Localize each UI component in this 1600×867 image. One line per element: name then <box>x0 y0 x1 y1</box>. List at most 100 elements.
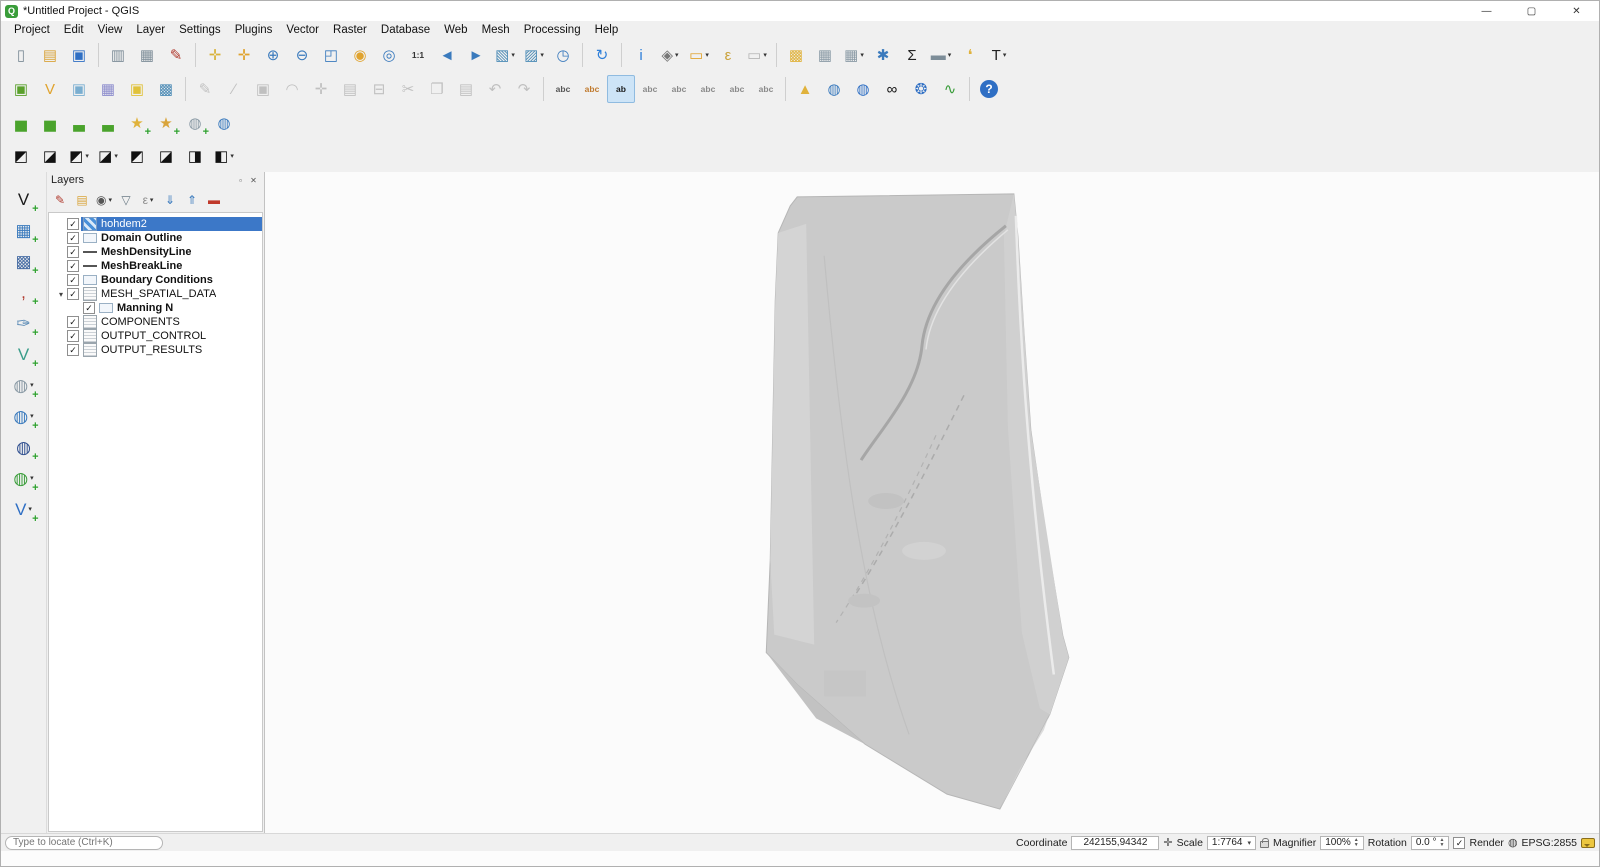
layer-item-domain-outline[interactable]: ✓Domain Outline <box>49 231 262 245</box>
layer-row-selection[interactable]: MeshDensityLine <box>81 245 262 259</box>
menu-view[interactable]: View <box>91 23 130 37</box>
panel-float-icon[interactable]: ▫ <box>234 174 247 187</box>
remove-layer-button[interactable]: ▬ <box>204 190 224 210</box>
layer-row-selection[interactable]: OUTPUT_CONTROL <box>81 329 262 343</box>
save-project-button[interactable]: ▣ <box>65 41 93 69</box>
rotate-label-button[interactable]: abc <box>723 75 751 103</box>
deselect-features-button[interactable]: ▭▾ <box>743 41 771 69</box>
move-label-button[interactable]: abc <box>694 75 722 103</box>
tuflow-run-simulation-button[interactable]: ◩ <box>123 142 151 170</box>
add-arcgis-rest-layer-button[interactable]: ◍+▾ <box>9 401 39 431</box>
menu-web[interactable]: Web <box>437 23 474 37</box>
rotation-spinbox[interactable]: 0.0 ° ▲▼ <box>1411 836 1450 850</box>
layer-item-output-control[interactable]: ✓OUTPUT_CONTROL <box>49 329 262 343</box>
layer-item-manning-n[interactable]: ✓Manning N <box>49 301 262 315</box>
menu-settings[interactable]: Settings <box>172 23 228 37</box>
add-wfs-layer-button[interactable]: ◍+▾ <box>9 463 39 493</box>
close-button[interactable]: ✕ <box>1554 1 1599 21</box>
scale-combo[interactable]: 1:7764 ▾ <box>1207 836 1256 850</box>
coordinate-capture-button[interactable]: ∞ <box>878 75 906 103</box>
plot-long-profile-select-button[interactable]: ▃ <box>94 109 122 137</box>
zoom-last-button[interactable]: ◄ <box>433 41 461 69</box>
profile-tool-button[interactable]: ∿ <box>936 75 964 103</box>
layer-item-boundary-conditions[interactable]: ✓Boundary Conditions <box>49 273 262 287</box>
magnifier-spinbox[interactable]: 100% ▲▼ <box>1320 836 1364 850</box>
new-project-button[interactable]: ▯ <box>7 41 35 69</box>
plot-cross-section-button[interactable]: ▅ <box>7 109 35 137</box>
pin-unpin-labels-button[interactable]: abc <box>636 75 664 103</box>
measure-line-button[interactable]: ▬▾ <box>927 41 955 69</box>
text-annotation-button[interactable]: T▾ <box>985 41 1013 69</box>
add-favorite-extent-button[interactable]: ★+ <box>123 109 151 137</box>
layer-checkbox[interactable]: ✓ <box>67 330 79 342</box>
layer-row-selection[interactable]: Manning N <box>97 301 262 315</box>
add-wms-wmts-layer-button[interactable]: ◍+▾ <box>9 370 39 400</box>
menu-database[interactable]: Database <box>374 23 437 37</box>
new-mesh-layer-button[interactable]: ▩ <box>152 75 180 103</box>
select-features-by-value-button[interactable]: ε <box>714 41 742 69</box>
menu-help[interactable]: Help <box>588 23 626 37</box>
layer-row-selection[interactable]: Domain Outline <box>81 231 262 245</box>
zoom-in-button[interactable]: ⊕ <box>259 41 287 69</box>
pan-map-to-selection-button[interactable]: ✛ <box>230 41 258 69</box>
plot-long-profile-button[interactable]: ▃ <box>65 109 93 137</box>
geometry-checker-button[interactable]: ▲ <box>791 75 819 103</box>
run-feature-action-button[interactable]: ◈▾ <box>656 41 684 69</box>
refresh-map-button[interactable]: ↻ <box>588 41 616 69</box>
layer-labeling-options-button[interactable]: abc <box>549 75 577 103</box>
help-contents-button[interactable]: ? <box>975 75 1003 103</box>
collapse-all-button[interactable]: ⇑ <box>182 190 202 210</box>
map-tips-button[interactable]: ❛ <box>956 41 984 69</box>
add-wcs-layer-button[interactable]: ◍+ <box>9 432 39 462</box>
new-geopackage-layer-button[interactable]: ▣ <box>7 75 35 103</box>
open-attribute-table-button[interactable]: ▦ <box>811 41 839 69</box>
new-3d-map-view-button[interactable]: ▨▾ <box>520 41 548 69</box>
menu-layer[interactable]: Layer <box>129 23 172 37</box>
plot-cross-section-select-button[interactable]: ▅ <box>36 109 64 137</box>
menu-raster[interactable]: Raster <box>326 23 374 37</box>
pan-map-button[interactable]: ✛ <box>201 41 229 69</box>
new-shapefile-layer-button[interactable]: V <box>36 75 64 103</box>
show-hide-labels-button[interactable]: abc <box>665 75 693 103</box>
layer-item-components[interactable]: ✓COMPONENTS <box>49 315 262 329</box>
panel-close-icon[interactable]: ✕ <box>247 174 260 187</box>
lock-scale-icon[interactable] <box>1260 841 1269 848</box>
statistical-summary-button[interactable]: Σ <box>898 41 926 69</box>
tuflow-check-files-button[interactable]: ◪ <box>152 142 180 170</box>
open-attribute-table-selected-button[interactable]: ▦▾ <box>840 41 868 69</box>
layer-row-selection[interactable]: COMPONENTS <box>81 315 262 329</box>
open-project-button[interactable]: ▤ <box>36 41 64 69</box>
layer-checkbox[interactable]: ✓ <box>67 344 79 356</box>
new-map-view-button[interactable]: ▧▾ <box>491 41 519 69</box>
maximize-button[interactable]: ▢ <box>1509 1 1554 21</box>
menu-edit[interactable]: Edit <box>57 23 91 37</box>
highlight-pinned-labels-button[interactable]: ab <box>607 75 635 103</box>
open-layer-styling-panel-button[interactable]: ✎ <box>50 190 70 210</box>
processing-toolbox-button[interactable]: ✱ <box>869 41 897 69</box>
layer-item-mesh-spatial-data[interactable]: ▾✓MESH_SPATIAL_DATA <box>49 287 262 301</box>
tuflow-view-results-button[interactable]: ◨ <box>181 142 209 170</box>
temporal-controller-button[interactable]: ◷ <box>549 41 577 69</box>
new-spatialite-layer-button[interactable]: ▣ <box>65 75 93 103</box>
menu-processing[interactable]: Processing <box>517 23 588 37</box>
add-raster-layer-button[interactable]: ▦+ <box>9 215 39 245</box>
layer-row-selection[interactable]: MeshBreakLine <box>81 259 262 273</box>
new-print-layout-button[interactable]: ▥ <box>104 41 132 69</box>
layer-checkbox[interactable]: ✓ <box>67 246 79 258</box>
new-temporary-scratch-layer-button[interactable]: ▦ <box>94 75 122 103</box>
osm-place-search-button[interactable]: ❂ <box>907 75 935 103</box>
add-spatialite-layer-button[interactable]: ✑+ <box>9 308 39 338</box>
layer-row-selection[interactable]: OUTPUT_RESULTS <box>81 343 262 357</box>
show-layout-manager-button[interactable]: ▦ <box>133 41 161 69</box>
menu-vector[interactable]: Vector <box>279 23 326 37</box>
minimize-button[interactable]: — <box>1464 1 1509 21</box>
layer-checkbox[interactable]: ✓ <box>67 274 79 286</box>
add-mesh-layer-button[interactable]: ▩+ <box>9 246 39 276</box>
layer-item-output-results[interactable]: ✓OUTPUT_RESULTS <box>49 343 262 357</box>
tuflow-create-directory-button[interactable]: ◩ <box>7 142 35 170</box>
layer-checkbox[interactable]: ✓ <box>83 302 95 314</box>
edit-attributes-button[interactable]: ▩ <box>782 41 810 69</box>
expander-icon[interactable]: ▾ <box>55 290 67 299</box>
layer-item-hohdem2[interactable]: ✓hohdem2 <box>49 217 262 231</box>
add-vector-tile-layer-button[interactable]: V+▾ <box>9 494 39 524</box>
